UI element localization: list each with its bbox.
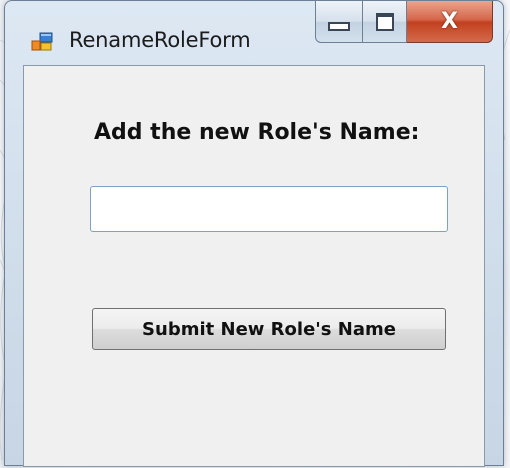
maximize-icon xyxy=(375,12,394,31)
title-bar[interactable]: RenameRoleForm X xyxy=(5,1,503,63)
minimize-button[interactable] xyxy=(315,1,363,43)
window-title: RenameRoleForm xyxy=(69,28,251,52)
rename-role-window: RenameRoleForm X Add the new Role's Name… xyxy=(4,0,504,467)
submit-role-name-button[interactable]: Submit New Role's Name xyxy=(92,308,446,350)
role-name-input[interactable] xyxy=(90,186,448,232)
minimize-icon xyxy=(328,22,350,31)
form-client-area: Add the new Role's Name: Submit New Role… xyxy=(23,65,485,467)
maximize-button[interactable] xyxy=(363,1,407,43)
close-icon: X xyxy=(441,9,458,34)
close-button[interactable]: X xyxy=(407,1,493,43)
form-app-icon xyxy=(31,32,53,51)
caption-buttons: X xyxy=(315,1,493,47)
role-name-label: Add the new Role's Name: xyxy=(94,120,420,145)
